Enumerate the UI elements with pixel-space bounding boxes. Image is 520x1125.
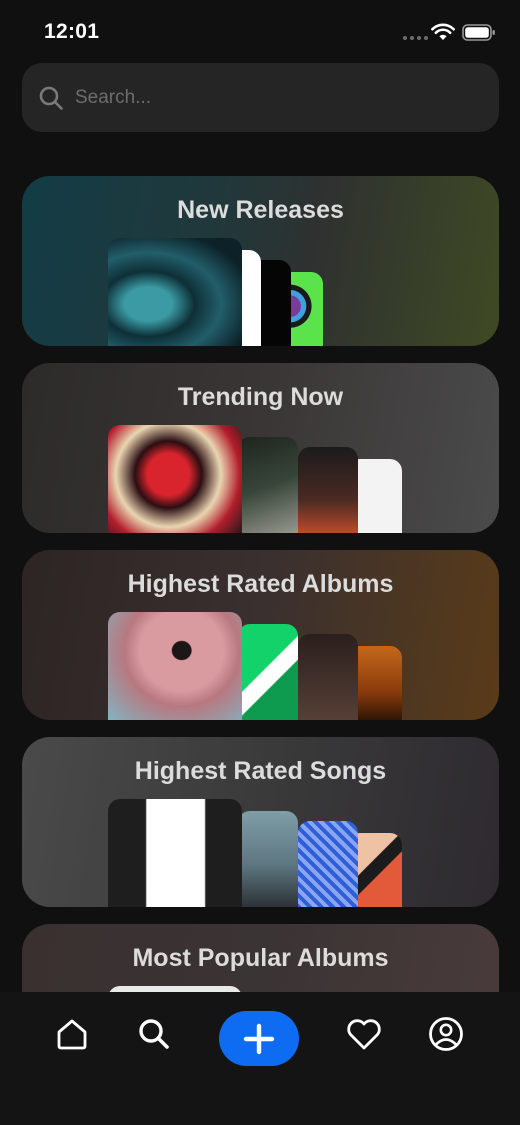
status-time: 12:01: [44, 20, 100, 43]
battery-icon: [462, 24, 495, 41]
section-title: Highest Rated Songs: [134, 757, 387, 785]
tab-profile[interactable]: [424, 1012, 468, 1056]
album-cover: [238, 811, 298, 907]
section-title: New Releases: [177, 196, 344, 224]
search-input[interactable]: [75, 86, 465, 109]
album-cover: [238, 437, 298, 533]
album-cover: [108, 425, 242, 533]
album-cover: [298, 447, 358, 533]
status-bar: 12:01: [0, 0, 520, 62]
section-title: Most Popular Albums: [132, 944, 389, 972]
wifi-icon: [431, 23, 455, 40]
add-button[interactable]: [219, 1011, 299, 1066]
heart-icon: [347, 1019, 381, 1050]
section-card-trending-now[interactable]: Trending Now: [22, 363, 499, 533]
album-cover: [298, 821, 358, 907]
tab-bar: [0, 992, 520, 1125]
cover-stack: [108, 612, 408, 720]
album-cover: [108, 612, 242, 720]
cover-stack: [108, 425, 408, 533]
section-card-highest-rated-albums[interactable]: Highest Rated Albums: [22, 550, 499, 720]
tab-favorites[interactable]: [342, 1012, 386, 1056]
cover-stack: [108, 799, 408, 907]
signal-icon: [403, 36, 428, 40]
plus-icon: [243, 1023, 275, 1054]
section-card-new-releases[interactable]: New Releases: [22, 176, 499, 346]
section-title: Highest Rated Albums: [127, 570, 394, 598]
section-title: Trending Now: [177, 383, 344, 411]
album-cover: [298, 634, 358, 720]
tab-search[interactable]: [132, 1012, 176, 1056]
search-icon: [139, 1019, 169, 1049]
search-icon: [39, 86, 63, 110]
search-bar[interactable]: [22, 63, 499, 132]
tab-home[interactable]: [50, 1012, 94, 1056]
album-cover: [108, 799, 242, 907]
album-cover: [238, 624, 298, 720]
section-card-highest-rated-songs[interactable]: Highest Rated Songs: [22, 737, 499, 907]
profile-icon: [429, 1017, 463, 1051]
album-cover: [108, 238, 242, 346]
cover-stack: [108, 238, 408, 346]
home-icon: [57, 1019, 87, 1050]
